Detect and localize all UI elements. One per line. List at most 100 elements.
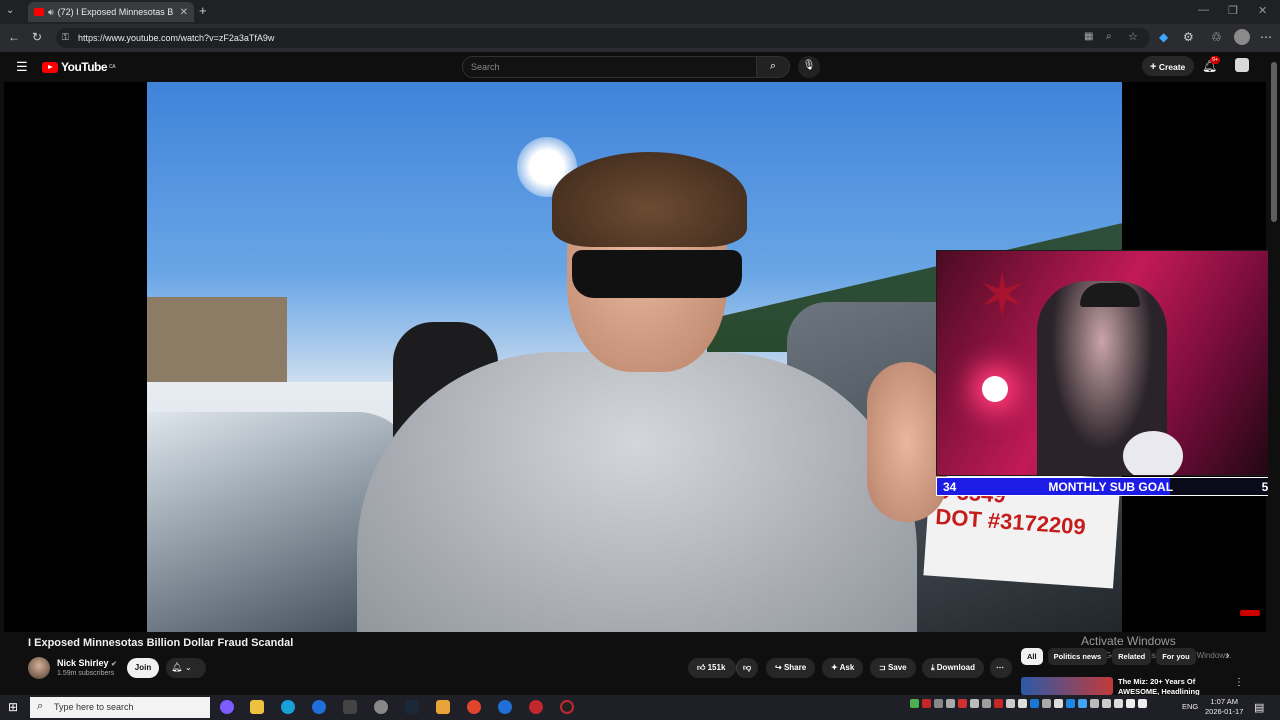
recommended-thumbnail[interactable] xyxy=(1021,677,1113,695)
site-info-icon[interactable]: ⚿ xyxy=(62,32,69,43)
tray-icon-8[interactable] xyxy=(994,699,1003,708)
taskbar-search-input[interactable]: ⌕ Type here to search xyxy=(30,697,210,718)
chips-next-chevron-icon[interactable]: › xyxy=(1226,650,1229,661)
app-icon-blue-2[interactable] xyxy=(498,700,512,714)
app-icon-red[interactable] xyxy=(529,700,543,714)
chip-related[interactable]: Related xyxy=(1112,648,1152,665)
tray-icon-12[interactable] xyxy=(1042,699,1051,708)
minimize-icon[interactable]: — xyxy=(1198,4,1209,16)
extension-icon[interactable]: ◆ xyxy=(1159,30,1168,44)
search-button[interactable]: ⌕ xyxy=(756,56,790,78)
tray-icon-15[interactable] xyxy=(1078,699,1087,708)
tray-icon-17[interactable] xyxy=(1102,699,1111,708)
tray-icon-10[interactable] xyxy=(1018,699,1027,708)
obs-icon[interactable] xyxy=(560,700,574,714)
download-button[interactable]: ⤓ Download xyxy=(922,658,984,678)
share-icon: ↪ xyxy=(775,663,782,672)
url-field[interactable]: ⚿ https://www.youtube.com/watch?v=zF2a3a… xyxy=(56,28,1150,48)
hoodie xyxy=(357,352,917,632)
hamburger-menu-icon[interactable]: ☰ xyxy=(16,59,28,75)
tray-icon-13[interactable] xyxy=(1054,699,1063,708)
tray-icon-18[interactable] xyxy=(1114,699,1123,708)
folder-icon[interactable] xyxy=(436,700,450,714)
recommended-more-icon[interactable]: ⋮ xyxy=(1234,677,1244,688)
tray-icon-1[interactable] xyxy=(910,699,919,708)
file-explorer-icon[interactable] xyxy=(250,700,264,714)
tray-icon-4[interactable] xyxy=(946,699,955,708)
thumbs-down-icon: 👎︎ xyxy=(743,663,752,672)
language-indicator[interactable]: ENG xyxy=(1182,702,1198,711)
ask-button[interactable]: ✦ Ask xyxy=(822,658,864,678)
tray-icon-5[interactable] xyxy=(958,699,967,708)
maximize-icon[interactable]: ❐ xyxy=(1228,4,1238,17)
channel-name[interactable]: Nick Shirley ✔ xyxy=(57,658,117,668)
page-scrollbar[interactable] xyxy=(1268,52,1280,695)
tray-icon-6[interactable] xyxy=(970,699,979,708)
zoom-icon[interactable]: ⌕ xyxy=(1106,31,1112,42)
tray-icon-16[interactable] xyxy=(1090,699,1099,708)
region-code: CA xyxy=(109,64,116,70)
speaker-icon[interactable]: 🔊︎ xyxy=(48,7,54,18)
app-icon-blue[interactable] xyxy=(312,700,326,714)
tab-list-chevron-icon[interactable]: ⌄ xyxy=(6,5,14,16)
scrollbar-thumb[interactable] xyxy=(1271,62,1277,222)
account-avatar[interactable] xyxy=(1235,58,1249,72)
copilot-icon[interactable] xyxy=(220,700,234,714)
volume-icon[interactable] xyxy=(1138,699,1147,708)
share-button[interactable]: ↪ Share xyxy=(766,658,816,678)
reader-view-icon[interactable]: ▦ xyxy=(1084,31,1093,42)
video-title: I Exposed Minnesotas Billion Dollar Frau… xyxy=(28,637,294,649)
tray-icon-7[interactable] xyxy=(982,699,991,708)
reload-icon[interactable]: ↻ xyxy=(32,30,42,44)
back-icon[interactable]: ← xyxy=(8,30,20,44)
edge-icon[interactable] xyxy=(281,700,295,714)
download-icon: ⤓ xyxy=(931,663,935,672)
collections-icon[interactable]: ♲ xyxy=(1211,30,1222,44)
chip-for-you[interactable]: For you xyxy=(1156,648,1196,665)
wifi-icon[interactable] xyxy=(1126,699,1135,708)
dislike-button[interactable]: 👎︎ xyxy=(736,658,758,678)
browser-menu-icon[interactable]: ⋯ xyxy=(1260,30,1272,44)
voice-search-button[interactable]: 🎙︎ xyxy=(798,56,820,78)
favorite-star-icon[interactable]: ☆ xyxy=(1128,30,1138,43)
activate-windows-title: Activate Windows xyxy=(1081,634,1176,648)
chip-all[interactable]: All xyxy=(1021,648,1043,665)
goal-label: MONTHLY SUB GOAL xyxy=(1048,479,1174,494)
search-input[interactable]: Search xyxy=(462,56,758,78)
steam-icon[interactable] xyxy=(405,700,419,714)
ask-label: Ask xyxy=(839,663,855,672)
taskbar-clock[interactable]: 1:07 AM 2026-01-17 xyxy=(1205,697,1243,717)
tray-icon-14[interactable] xyxy=(1066,699,1075,708)
app-icon-dark[interactable] xyxy=(343,700,357,714)
recommended-title[interactable]: The Miz: 20+ Years Of AWESOME, Headlinin… xyxy=(1118,677,1228,695)
join-button[interactable]: Join xyxy=(127,658,159,678)
like-button[interactable]: 👍︎ 151k xyxy=(688,658,736,678)
tray-icon-9[interactable] xyxy=(1006,699,1015,708)
window-close-icon[interactable]: ✕ xyxy=(1258,4,1267,17)
channel-avatar[interactable] xyxy=(28,657,50,679)
taskbar-search-placeholder: Type here to search xyxy=(54,702,134,712)
notification-center-icon[interactable]: ▤ xyxy=(1254,701,1264,714)
chrome-icon[interactable] xyxy=(467,700,481,714)
save-button[interactable]: ⊐ Save xyxy=(870,658,916,678)
url-text: https://www.youtube.com/watch?v=zF2a3aTf… xyxy=(78,33,275,43)
subscribe-watermark-icon[interactable] xyxy=(1240,610,1260,616)
youtube-logo[interactable]: YouTube CA xyxy=(42,60,116,74)
new-tab-button[interactable]: + xyxy=(199,3,207,18)
subscribed-bell-button[interactable]: 🔔︎ ⌄ xyxy=(166,658,206,678)
create-button[interactable]: + Create xyxy=(1142,56,1194,76)
profile-avatar[interactable] xyxy=(1234,29,1250,45)
chip-politics-news[interactable]: Politics news xyxy=(1047,648,1108,665)
youtube-play-icon xyxy=(42,61,58,73)
tab-close-icon[interactable]: ✕ xyxy=(180,7,188,18)
browser-tab[interactable]: 🔊︎ (72) I Exposed Minnesotas B ✕ xyxy=(28,2,194,22)
streamer-cap xyxy=(1080,283,1140,307)
tray-icon-11[interactable] xyxy=(1030,699,1039,708)
tray-icon-3[interactable] xyxy=(934,699,943,708)
browser-extension-icon[interactable]: ⚙ xyxy=(1183,30,1194,44)
settings-icon[interactable] xyxy=(374,700,388,714)
share-label: Share xyxy=(783,663,807,672)
tray-icon-2[interactable] xyxy=(922,699,931,708)
windows-start-icon[interactable]: ⊞ xyxy=(8,700,18,714)
more-actions-button[interactable]: ⋯ xyxy=(990,658,1012,678)
